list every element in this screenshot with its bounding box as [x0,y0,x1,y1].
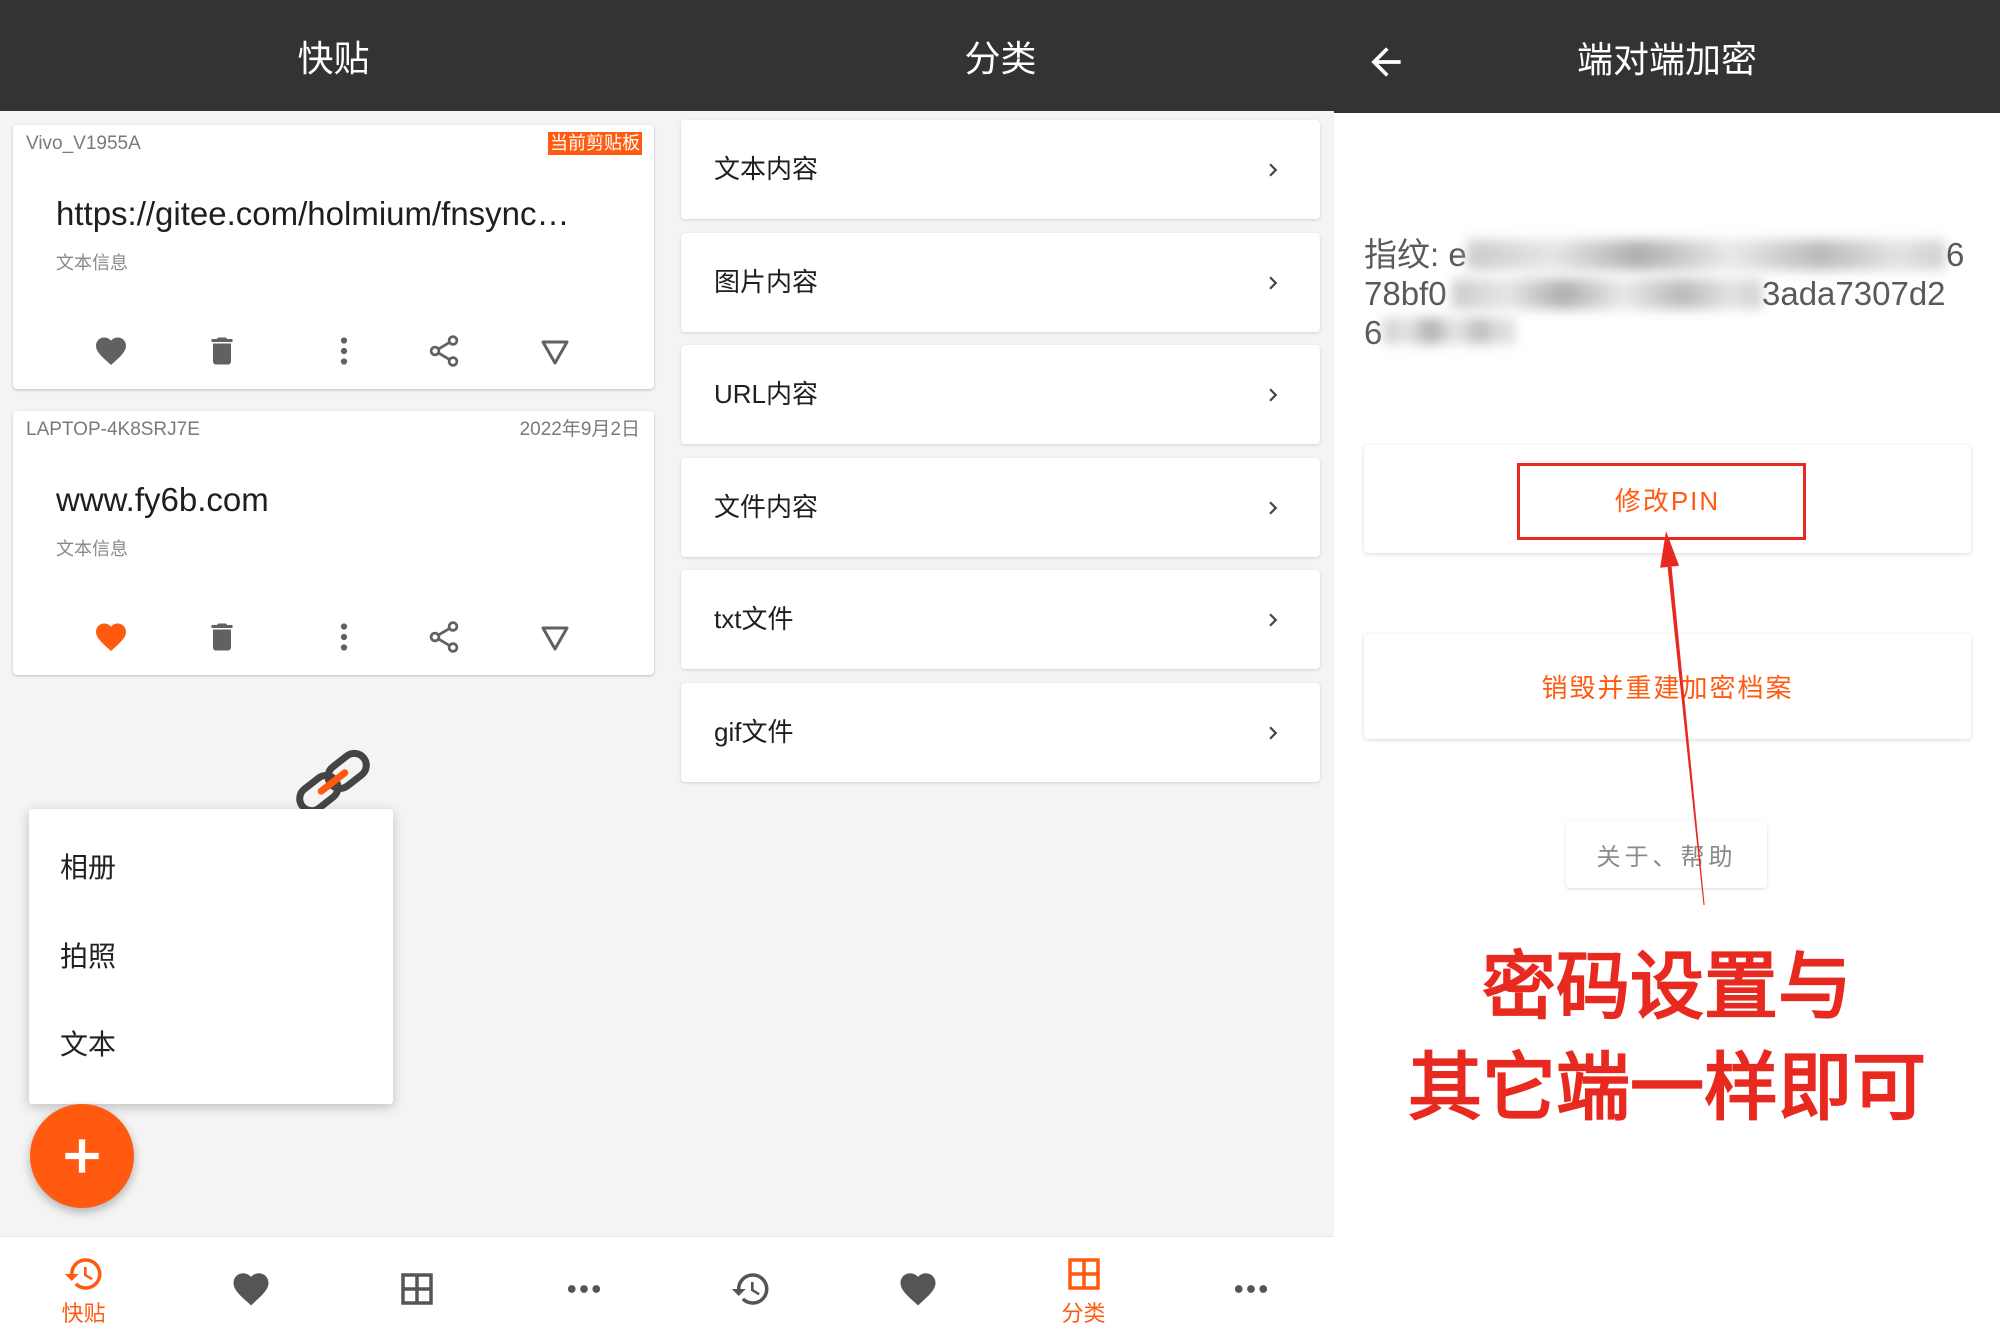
chevron-right-icon [1260,157,1286,183]
annotation-text: 密码设置与 [1482,945,1852,1028]
category-item[interactable]: 图片内容 [681,233,1320,332]
fingerprint-fragment: 6 [1946,236,1965,273]
clipboard-screen: 快贴 Vivo_V1955A 当前剪贴板 https://gitee.com/h… [0,0,667,1344]
page-title: 快贴 [297,37,370,79]
share-icon[interactable] [426,333,462,369]
chevron-right-icon [1260,607,1286,633]
category-item[interactable]: 文件内容 [681,458,1320,557]
menu-item-text[interactable]: 文本 [29,1001,393,1089]
category-item[interactable]: 文本内容 [681,120,1320,219]
more-vertical-icon[interactable] [326,619,362,655]
app-bar: 端对端加密 [1334,0,2000,113]
trash-icon[interactable] [204,619,240,655]
about-help-button[interactable]: 关于、帮助 [1566,821,1767,888]
more-vertical-icon[interactable] [326,333,362,369]
clip-type-label: 文本信息 [56,253,128,273]
category-label: URL内容 [714,379,819,409]
triangle-down-icon[interactable] [537,333,573,369]
fingerprint-label: 指纹: e [1364,236,1467,273]
heart-icon [230,1268,272,1310]
fingerprint-fragment: 78bf0 [1364,275,1447,312]
menu-item-camera[interactable]: 拍照 [29,913,393,1001]
source-device: Vivo_V1955A [26,133,141,154]
heart-icon[interactable] [93,333,129,369]
page-title: 分类 [964,37,1037,79]
chevron-right-icon [1260,270,1286,296]
nav-item-favorites[interactable] [834,1237,1001,1344]
page-title: 端对端加密 [1576,38,1757,80]
fingerprint-blur [1452,279,1762,309]
nav-item-clipboard[interactable]: 快贴 [0,1237,167,1344]
share-icon[interactable] [426,619,462,655]
nav-label: 分类 [1061,1301,1106,1326]
nav-item-more[interactable] [1167,1237,1334,1344]
app-bar: 分类 [667,0,1334,111]
plus-icon [57,1131,107,1181]
current-clipboard-badge: 当前剪贴板 [548,132,642,155]
history-icon [730,1268,772,1310]
nav-item-categories[interactable] [333,1237,500,1344]
clip-text[interactable]: www.fy6b.com [56,480,641,520]
annotation-highlight-box [1517,463,1806,540]
trash-icon[interactable] [204,333,240,369]
category-label: gif文件 [714,717,794,747]
grid-icon [396,1268,438,1310]
add-menu: 相册 拍照 文本 [29,809,393,1104]
nav-item-categories[interactable]: 分类 [1000,1237,1167,1344]
annotation-text: 其它端一样即可 [1408,1046,1926,1129]
fingerprint-fragment: 6 [1364,314,1383,351]
fingerprint-blur [1384,318,1514,344]
chevron-right-icon [1260,720,1286,746]
bottom-nav: 分类 [667,1236,1334,1344]
category-label: 图片内容 [714,267,819,297]
category-item[interactable]: gif文件 [681,683,1320,782]
fingerprint-blur [1467,240,1945,270]
source-device: LAPTOP-4K8SRJ7E [26,419,200,440]
clip-card[interactable]: LAPTOP-4K8SRJ7E 2022年9月2日 www.fy6b.com 文… [13,411,654,675]
category-label: 文本内容 [714,154,819,184]
history-icon [63,1253,105,1295]
destroy-rebuild-button[interactable]: 销毁并重建加密档案 [1364,634,1971,739]
clip-card[interactable]: Vivo_V1955A 当前剪贴板 https://gitee.com/holm… [13,125,654,389]
heart-icon[interactable] [93,619,129,655]
bottom-nav: 快贴 [0,1236,667,1344]
menu-item-album[interactable]: 相册 [29,824,393,912]
category-screen: 分类 文本内容 图片内容 URL内容 文件内容 txt文件 gif文件 分类 [667,0,1334,1344]
nav-item-more[interactable] [500,1237,667,1344]
category-item[interactable]: txt文件 [681,570,1320,669]
category-label: txt文件 [714,604,794,634]
clip-text[interactable]: https://gitee.com/holmium/fnsync… [56,194,641,234]
more-horizontal-icon [563,1268,605,1310]
fingerprint-fragment: 3ada7307d2 [1762,275,1946,312]
clip-type-label: 文本信息 [56,539,128,559]
triangle-down-icon[interactable] [537,619,573,655]
add-button[interactable] [30,1104,134,1208]
nav-item-clipboard[interactable] [667,1237,834,1344]
more-horizontal-icon [1230,1268,1272,1310]
chevron-right-icon [1260,382,1286,408]
category-label: 文件内容 [714,492,819,522]
category-item[interactable]: URL内容 [681,345,1320,444]
clip-date: 2022年9月2日 [519,419,640,440]
nav-label: 快贴 [61,1301,106,1326]
chevron-right-icon [1260,495,1286,521]
heart-icon [897,1268,939,1310]
nav-item-favorites[interactable] [167,1237,334,1344]
app-bar: 快贴 [0,0,667,111]
grid-icon [1063,1253,1105,1295]
encryption-screen: 端对端加密 指纹: e 6 78bf0 3ada7307d2 6 修改PIN 销… [1334,0,2000,1344]
